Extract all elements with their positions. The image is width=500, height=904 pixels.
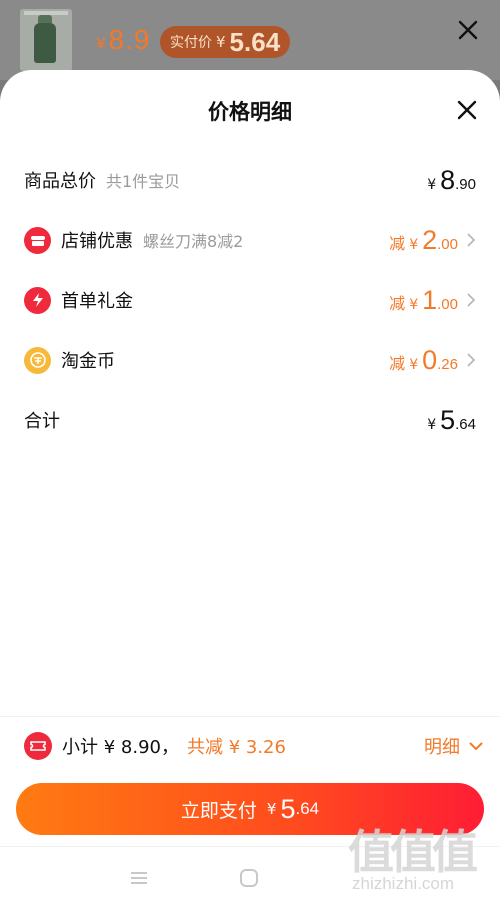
chevron-right-icon (467, 293, 476, 307)
row-grand-total: 合计 ¥5.64 (24, 400, 476, 440)
row-first-order-gift[interactable]: 首单礼金 减 ¥1.00 (24, 280, 476, 320)
store-icon (24, 226, 51, 254)
sheet-title: 价格明细 (208, 100, 292, 124)
row-label: 淘金币 (61, 351, 115, 372)
row-amount: ¥8.90 (427, 164, 476, 195)
chevron-right-icon (467, 233, 476, 247)
product-header-dimmed: ¥8.9 实付价 ¥ 5.64 (0, 0, 500, 80)
price-detail-sheet: 价格明细 商品总价 共1件宝贝 ¥8.90 店铺优惠 螺丝刀满8减2 减 ¥2.0… (0, 70, 500, 904)
divider (0, 716, 500, 717)
row-amount: 减 ¥0.26 (389, 345, 476, 376)
row-store-discount[interactable]: 店铺优惠 螺丝刀满8减2 减 ¥2.00 (24, 220, 476, 260)
product-price: ¥8.9 (96, 24, 151, 55)
coin-icon (24, 346, 51, 374)
row-amount: 减 ¥2.00 (389, 225, 476, 256)
lightning-icon (24, 286, 51, 314)
watermark: 值值值 zhizhizhi.com (348, 825, 478, 893)
row-label: 店铺优惠 (61, 231, 133, 252)
row-taobao-coins[interactable]: 淘金币 减 ¥0.26 (24, 340, 476, 380)
close-icon[interactable] (456, 18, 480, 42)
row-sub: 螺丝刀满8减2 (143, 232, 244, 251)
detail-toggle[interactable]: 明细 (424, 733, 484, 759)
row-label: 首单礼金 (61, 291, 133, 312)
chevron-down-icon (469, 742, 483, 751)
home-button[interactable] (240, 869, 258, 887)
row-amount: 减 ¥1.00 (389, 285, 476, 316)
subtotal-text: 小计 ¥ 8.90， (62, 737, 179, 758)
actual-price-badge: 实付价 ¥ 5.64 (160, 26, 291, 58)
price-summary: 小计 ¥ 8.90， 共减 ¥ 3.26 明细 (24, 726, 484, 766)
row-label: 商品总价 (24, 171, 96, 192)
row-goods-total: 商品总价 共1件宝贝 ¥8.90 (24, 160, 476, 200)
reduction-text: 共减 ¥ 3.26 (186, 737, 286, 758)
row-label: 合计 (24, 411, 60, 432)
product-thumbnail (20, 9, 72, 71)
row-amount: ¥5.64 (427, 404, 476, 435)
close-icon[interactable] (456, 99, 478, 121)
chevron-right-icon (467, 353, 476, 367)
row-sub: 共1件宝贝 (106, 172, 181, 191)
menu-icon[interactable] (130, 871, 148, 885)
coupon-icon (24, 732, 52, 760)
